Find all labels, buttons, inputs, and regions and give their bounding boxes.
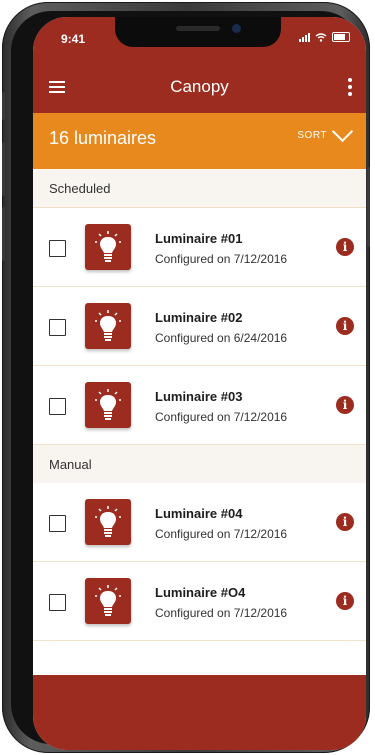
status-icons <box>299 32 350 42</box>
select-checkbox[interactable] <box>49 398 66 415</box>
luminaire-name: Luminaire #03 <box>155 389 243 404</box>
count-bar: 16 luminaires SORT <box>33 113 366 169</box>
select-checkbox[interactable] <box>49 594 66 611</box>
luminaire-name: Luminaire #O4 <box>155 585 246 600</box>
battery-icon <box>332 32 350 42</box>
select-checkbox[interactable] <box>49 319 66 336</box>
list-item[interactable]: Luminaire #02 Configured on 6/24/2016 i <box>33 287 366 366</box>
mute-switch <box>2 92 5 120</box>
configured-date: Configured on 7/12/2016 <box>155 527 288 541</box>
status-time: 9:41 <box>61 32 86 46</box>
luminaire-name: Luminaire #01 <box>155 231 243 246</box>
section-title: Manual <box>49 457 92 472</box>
app-title: Canopy <box>170 77 229 96</box>
lightbulb-icon <box>85 224 131 270</box>
info-icon[interactable]: i <box>336 513 354 531</box>
lightbulb-icon <box>85 578 131 624</box>
section-header-manual: Manual <box>33 445 366 484</box>
info-icon[interactable]: i <box>336 396 354 414</box>
info-icon[interactable]: i <box>336 592 354 610</box>
power-button <box>367 167 370 247</box>
signal-icon <box>299 32 310 42</box>
lightbulb-icon <box>85 382 131 428</box>
app-screen: 9:41 Canopy 16 luminaires SORT Scheduled <box>33 17 366 750</box>
app-header: Canopy <box>33 61 366 113</box>
list-item[interactable]: Luminaire #01 Configured on 7/12/2016 i <box>33 208 366 287</box>
luminaire-name: Luminaire #02 <box>155 310 243 325</box>
select-checkbox[interactable] <box>49 240 66 257</box>
notch <box>115 17 281 47</box>
volume-down-button <box>2 207 5 261</box>
sort-label: SORT <box>297 130 327 141</box>
list-item[interactable]: Luminaire #03 Configured on 7/12/2016 i <box>33 366 366 445</box>
luminaire-name: Luminaire #04 <box>155 506 243 521</box>
section-header-scheduled: Scheduled <box>33 169 366 208</box>
luminaire-count: 16 luminaires <box>49 128 157 148</box>
bottom-bar <box>33 675 366 750</box>
configured-date: Configured on 6/24/2016 <box>155 331 288 345</box>
configured-date: Configured on 7/12/2016 <box>155 606 288 620</box>
more-icon[interactable] <box>348 78 352 96</box>
section-title: Scheduled <box>49 181 111 196</box>
chevron-down-icon <box>331 120 354 143</box>
lightbulb-icon <box>85 303 131 349</box>
speaker <box>176 26 220 31</box>
info-icon[interactable]: i <box>336 317 354 335</box>
wifi-icon <box>315 32 327 42</box>
sort-button[interactable]: SORT <box>297 120 354 143</box>
list-item[interactable]: Luminaire #04 Configured on 7/12/2016 i <box>33 483 366 562</box>
volume-up-button <box>2 142 5 196</box>
configured-date: Configured on 7/12/2016 <box>155 410 288 424</box>
configured-date: Configured on 7/12/2016 <box>155 252 288 266</box>
lightbulb-icon <box>85 499 131 545</box>
list-item[interactable]: Luminaire #O4 Configured on 7/12/2016 i <box>33 562 366 641</box>
info-icon[interactable]: i <box>336 238 354 256</box>
select-checkbox[interactable] <box>49 515 66 532</box>
camera <box>232 24 241 33</box>
